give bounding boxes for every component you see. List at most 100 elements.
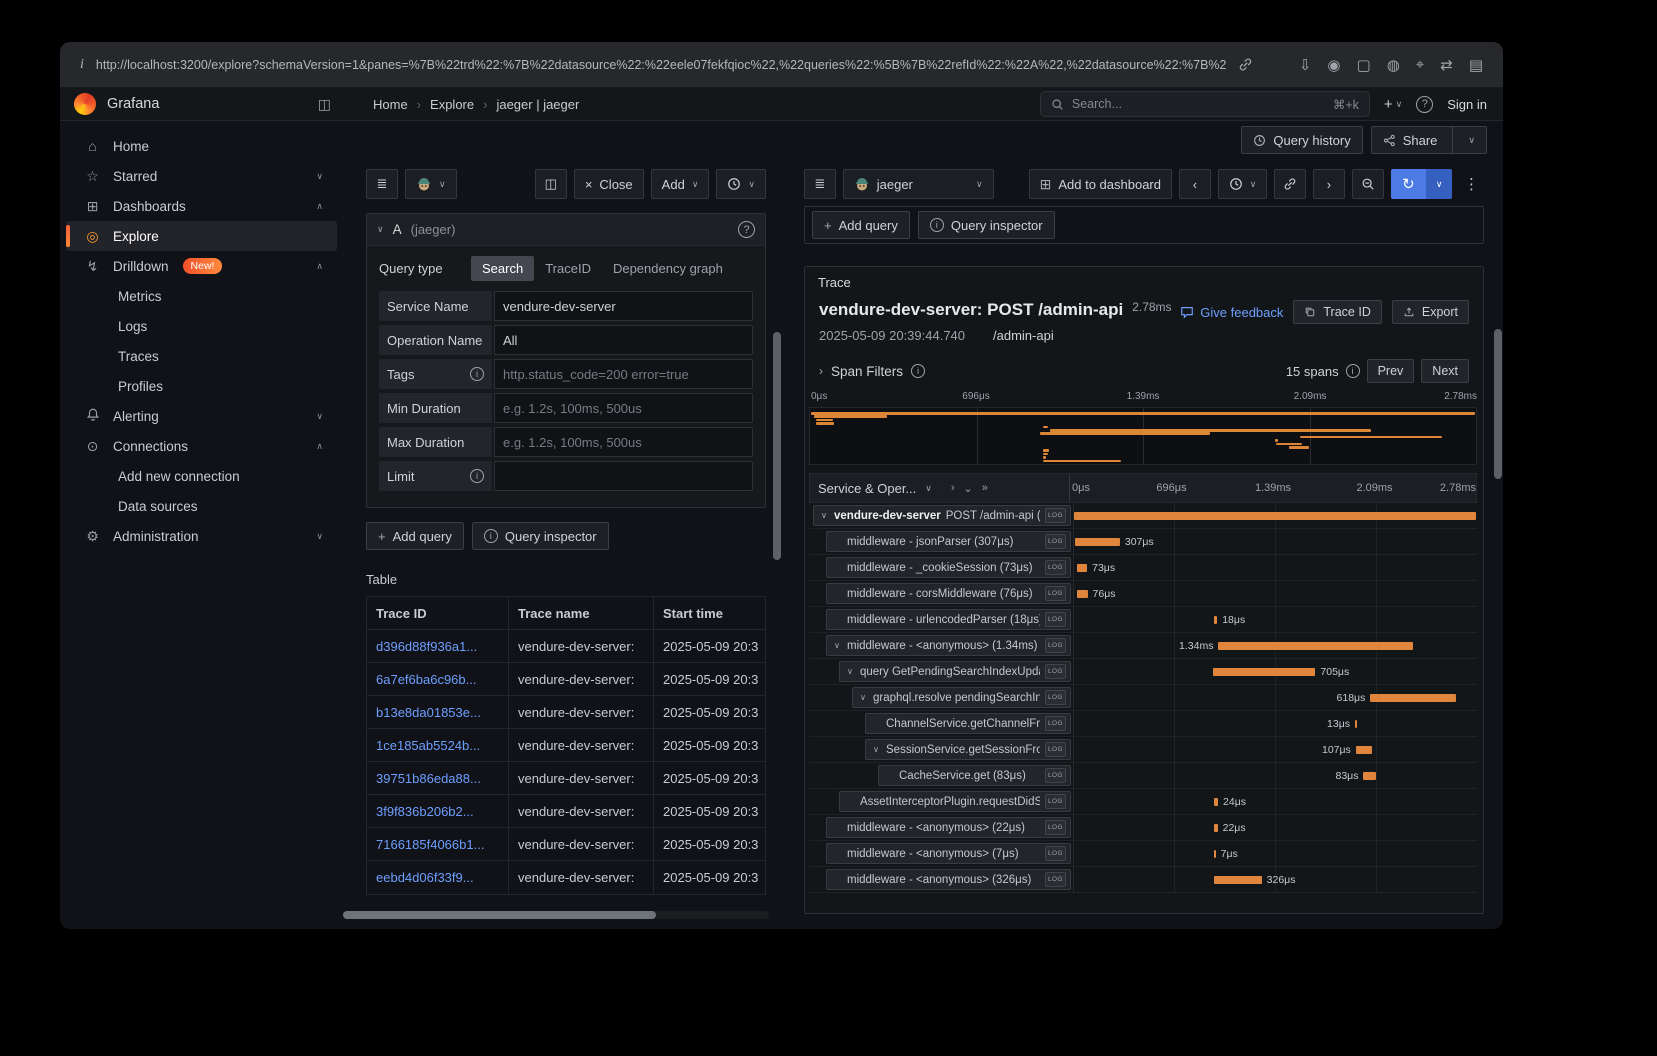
sidebar-item-data-sources[interactable]: Data sources [66, 491, 337, 521]
sidebar-item-add-new-connection[interactable]: Add new connection [66, 461, 337, 491]
span-row[interactable]: ∨graphql.resolve pendingSearchInLOG618μs [809, 685, 1477, 711]
breadcrumb-item[interactable]: Home [373, 97, 408, 112]
span-bar[interactable] [1218, 642, 1413, 650]
span-bar[interactable] [1214, 850, 1215, 858]
span-name[interactable]: CacheService.get (83μs)LOG [878, 765, 1071, 786]
target-icon[interactable]: ⌖ [1416, 56, 1424, 73]
kebab-menu-icon[interactable]: ⋮ [1459, 175, 1484, 193]
span-filters-label[interactable]: Span Filters [831, 364, 903, 379]
sidebar-item-logs[interactable]: Logs [66, 311, 337, 341]
span-bar[interactable] [1075, 538, 1119, 546]
log-chip[interactable]: LOG [1045, 664, 1066, 679]
log-chip[interactable]: LOG [1045, 716, 1066, 731]
zoom-out-button[interactable] [1352, 169, 1384, 199]
expand-all-icon[interactable]: » [982, 482, 988, 494]
span-name[interactable]: middleware - corsMiddleware (76μs)LOG [826, 583, 1071, 604]
span-bar[interactable] [1077, 590, 1088, 598]
globe-icon[interactable]: ◍ [1387, 56, 1400, 74]
span-name[interactable]: ∨middleware - <anonymous> (1.34ms)LOG [826, 635, 1071, 656]
tags-input[interactable] [494, 359, 753, 389]
trace-id-link[interactable]: b13e8da01853e... [367, 696, 509, 728]
log-chip[interactable]: LOG [1045, 794, 1066, 809]
span-row[interactable]: ∨SessionService.getSessionFroLOG107μs [809, 737, 1477, 763]
collapse-one-icon[interactable]: › [951, 482, 955, 494]
info-icon[interactable]: i [911, 364, 925, 378]
span-bar[interactable] [1214, 876, 1261, 884]
table-row[interactable]: 3f9f836b206b2...vendure-dev-server:2025-… [367, 795, 765, 828]
next-button[interactable]: Next [1421, 359, 1469, 383]
help-icon[interactable]: ? [1416, 96, 1433, 113]
span-name[interactable]: ∨SessionService.getSessionFroLOG [865, 739, 1071, 760]
query-help-icon[interactable]: ? [738, 221, 755, 238]
log-chip[interactable]: LOG [1045, 560, 1066, 575]
span-name[interactable]: middleware - <anonymous> (326μs)LOG [826, 869, 1071, 890]
refresh-icon[interactable]: ↻ [1391, 169, 1427, 199]
breadcrumb-item[interactable]: Explore [430, 97, 474, 112]
shortlink-button[interactable] [1274, 169, 1306, 199]
run-query-button[interactable]: ↻ ∨ [1391, 169, 1452, 199]
span-name[interactable]: middleware - <anonymous> (22μs)LOG [826, 817, 1071, 838]
info-icon[interactable]: i [1346, 364, 1360, 378]
add-to-dashboard-button[interactable]: ⊞ Add to dashboard [1029, 169, 1172, 199]
left-pane-scrollbar[interactable] [773, 159, 781, 929]
sidebar-item-starred[interactable]: ☆Starred∨ [66, 161, 337, 191]
span-bar[interactable] [1370, 694, 1456, 702]
span-name[interactable]: ∨vendure-dev-serverPOST /admin-api (2.LO… [813, 505, 1071, 526]
expand-one-icon[interactable]: ⌄ [964, 482, 973, 495]
sidebar-item-traces[interactable]: Traces [66, 341, 337, 371]
share-button[interactable]: Share ∨ [1371, 126, 1487, 154]
span-row[interactable]: middleware - <anonymous> (326μs)LOG326μs [809, 867, 1477, 893]
span-row[interactable]: ∨vendure-dev-serverPOST /admin-api (2.LO… [809, 503, 1477, 529]
log-chip[interactable]: LOG [1045, 690, 1066, 705]
trace-id-link[interactable]: 39751b86eda88... [367, 762, 509, 794]
span-bar[interactable] [1077, 564, 1088, 572]
log-chip[interactable]: LOG [1045, 612, 1066, 627]
log-chip[interactable]: LOG [1045, 820, 1066, 835]
log-chip[interactable]: LOG [1045, 638, 1066, 653]
col-trace-name[interactable]: Trace name [509, 597, 654, 629]
table-row[interactable]: eebd4d06f33f9...vendure-dev-server:2025-… [367, 861, 765, 894]
sidebar-item-administration[interactable]: ⚙Administration∨ [66, 521, 337, 551]
span-name[interactable]: ChannelService.getChannelFroLOG [865, 713, 1071, 734]
service-name-select[interactable]: vendure-dev-server [494, 291, 753, 321]
chevron-down-icon[interactable]: ∨ [858, 692, 868, 703]
screenshot-icon[interactable]: ◉ [1327, 56, 1340, 74]
span-bar[interactable] [1356, 746, 1372, 754]
table-row[interactable]: 1ce185ab5524b...vendure-dev-server:2025-… [367, 729, 765, 762]
sidebar-item-explore[interactable]: ◎Explore [66, 221, 337, 251]
trace-id-link[interactable]: d396d88f936a1... [367, 630, 509, 662]
split-pane-button[interactable]: ◫ [535, 169, 567, 199]
horizontal-scrollbar[interactable] [343, 911, 769, 919]
log-chip[interactable]: LOG [1045, 872, 1066, 887]
table-row[interactable]: b13e8da01853e...vendure-dev-server:2025-… [367, 696, 765, 729]
limit-input[interactable] [494, 461, 753, 491]
span-row[interactable]: middleware - <anonymous> (7μs)LOG7μs [809, 841, 1477, 867]
log-chip[interactable]: LOG [1045, 768, 1066, 783]
download-icon[interactable]: ⇩ [1299, 56, 1312, 74]
give-feedback-link[interactable]: Give feedback [1180, 305, 1283, 320]
query-inspector-button-right[interactable]: iQuery inspector [918, 211, 1055, 239]
table-row[interactable]: d396d88f936a1...vendure-dev-server:2025-… [367, 630, 765, 663]
span-name[interactable]: middleware - urlencodedParser (18μs)LOG [826, 609, 1071, 630]
query-inspector-button[interactable]: iQuery inspector [472, 522, 609, 550]
panel-icon[interactable]: ▤ [1469, 56, 1483, 74]
query-history-button[interactable]: Query history [1241, 126, 1362, 154]
sidebar-item-profiles[interactable]: Profiles [66, 371, 337, 401]
span-name[interactable]: middleware - jsonParser (307μs)LOG [826, 531, 1071, 552]
collapse-query-icon[interactable]: ∨ [377, 224, 384, 235]
sidebar-item-metrics[interactable]: Metrics [66, 281, 337, 311]
span-row[interactable]: ∨query GetPendingSearchIndexUpdaLOG705μs [809, 659, 1477, 685]
log-chip[interactable]: LOG [1045, 508, 1066, 523]
prev-button[interactable]: Prev [1367, 359, 1415, 383]
search-input[interactable]: Search... ⌘+k [1040, 91, 1370, 117]
time-picker-left[interactable]: ∨ [716, 169, 766, 199]
grafana-logo[interactable] [74, 93, 96, 115]
query-list-button[interactable]: ≣ [366, 169, 398, 199]
copy-link-icon[interactable] [1238, 57, 1253, 72]
span-name[interactable]: middleware - _cookieSession (73μs)LOG [826, 557, 1071, 578]
span-row[interactable]: middleware - <anonymous> (22μs)LOG22μs [809, 815, 1477, 841]
span-row[interactable]: ∨middleware - <anonymous> (1.34ms)LOG1.3… [809, 633, 1477, 659]
span-row[interactable]: ChannelService.getChannelFroLOG13μs [809, 711, 1477, 737]
url-bar[interactable]: http://localhost:3200/explore?schemaVers… [96, 58, 1226, 72]
trace-id-link[interactable]: eebd4d06f33f9... [367, 861, 509, 894]
